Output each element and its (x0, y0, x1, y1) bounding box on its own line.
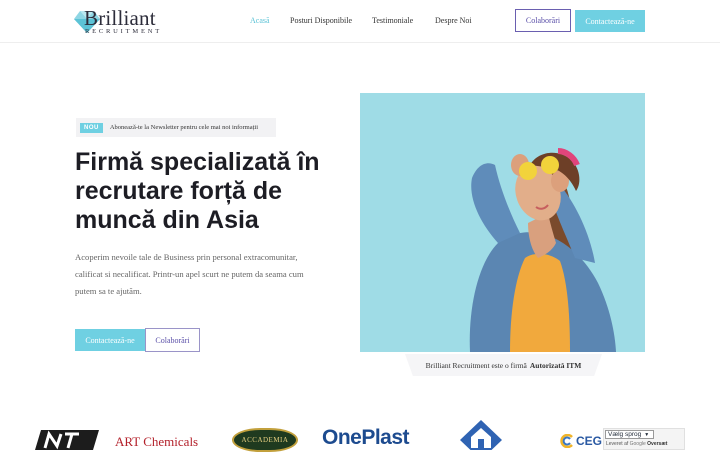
brand-logo[interactable]: Brilliant RECRUITMENT (74, 6, 184, 37)
language-select-value: Vælg sprog (608, 431, 642, 438)
partner-logo-accademia: ACCADEMIA (232, 428, 298, 452)
newsletter-text[interactable]: Abonează-te la Newsletter pentru cele ma… (110, 124, 258, 131)
language-select[interactable]: Vælg sprog ▼ (605, 430, 654, 439)
logo-subtitle: RECRUITMENT (85, 28, 163, 35)
site-header: Brilliant RECRUITMENT Acasă Posturi Disp… (0, 0, 720, 43)
itm-note-text: Brilliant Recruitment este o firmă (425, 360, 527, 370)
powered-by-text: Leveret af (606, 441, 629, 447)
hero-title: Firmă specializată în recrutare forță de… (75, 148, 320, 234)
google-wordmark: Google (629, 441, 646, 447)
contact-button[interactable]: Contactează-ne (575, 10, 645, 32)
ceg-emblem-icon (560, 434, 573, 448)
google-translate-widget: Vælg sprog ▼ Leveret af Google Oversæt (603, 428, 685, 450)
hero-collaborations-button[interactable]: Colaborări (145, 328, 200, 352)
accademia-label: ACCADEMIA (241, 436, 289, 444)
partner-logo-nt (35, 430, 99, 450)
hero-photo (360, 93, 645, 352)
translate-credit[interactable]: Leveret af Google Oversæt (606, 441, 667, 447)
partner-logo-house-icon (460, 420, 502, 450)
nav-about-us[interactable]: Despre Noi (435, 16, 472, 25)
new-badge: NOU (80, 122, 103, 133)
nav-home[interactable]: Acasă (250, 16, 270, 25)
itm-authorization-note: Brilliant Recruitment este o firmă Autor… (405, 354, 602, 376)
itm-note-bold: Autorizată ITM (529, 360, 582, 370)
partner-logo-art-chemicals: ART Chemicals (115, 434, 199, 449)
woman-with-sunglasses-illustration (469, 148, 616, 352)
nav-testimonials[interactable]: Testimoniale (372, 16, 413, 25)
chevron-down-icon: ▼ (644, 431, 650, 438)
nav-available-jobs[interactable]: Posturi Disponibile (290, 16, 352, 25)
collaborations-button[interactable]: Colaborări (515, 9, 571, 32)
hero-contact-button[interactable]: Contactează-ne (75, 329, 145, 351)
translate-service-label: Oversæt (647, 441, 668, 447)
hero-description: Acoperim nevoile tale de Business prin p… (75, 252, 304, 296)
ceg-label: CEG (576, 434, 603, 448)
partner-logo-oneplast: OnePlast (322, 426, 410, 449)
newsletter-banner[interactable]: NOU Abonează-te la Newsletter pentru cel… (76, 118, 276, 137)
partner-logo-ceg: CEG (560, 434, 602, 448)
